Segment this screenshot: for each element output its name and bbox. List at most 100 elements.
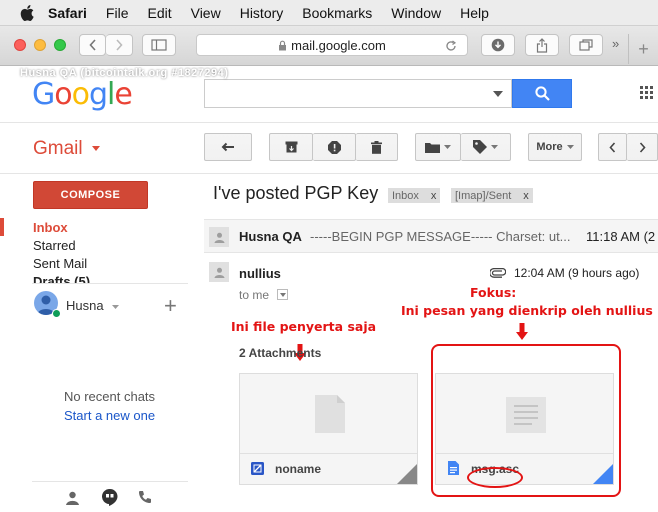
- tab-overview-button[interactable]: [569, 34, 603, 56]
- forward-button[interactable]: [106, 34, 133, 56]
- active-indicator: [0, 218, 4, 236]
- compose-button[interactable]: COMPOSE: [33, 181, 148, 209]
- safari-toolbar: mail.google.com » +: [0, 26, 658, 66]
- show-details-icon[interactable]: [277, 289, 288, 300]
- menu-help[interactable]: Help: [460, 5, 489, 21]
- caret-down-icon: [491, 145, 498, 149]
- caret-down-icon: [566, 145, 574, 149]
- archive-button[interactable]: [269, 133, 313, 161]
- collapsed-snippet: -----BEGIN PGP MESSAGE----- Charset: ut.…: [310, 229, 571, 244]
- more-button[interactable]: More: [528, 133, 582, 161]
- apple-logo-icon[interactable]: [20, 4, 34, 21]
- search-button[interactable]: [512, 79, 572, 108]
- macos-menubar: Safari File Edit View History Bookmarks …: [0, 0, 658, 26]
- nav-drafts[interactable]: Drafts (5): [33, 274, 189, 283]
- recipient-details[interactable]: to me: [239, 288, 288, 302]
- focus-annotation-title: Fokus:: [470, 285, 517, 300]
- folder-icon: [425, 142, 440, 153]
- trash-icon: [371, 140, 382, 154]
- minimize-window-button[interactable]: [34, 39, 46, 51]
- label-chip-text: [Imap]/Sent: [455, 189, 512, 202]
- attachment-annotation: Ini file penyerta saja: [231, 319, 377, 334]
- menu-edit[interactable]: Edit: [147, 5, 171, 21]
- collapsed-time: 11:18 AM (2: [586, 229, 656, 244]
- hangouts-quote-icon[interactable]: [101, 488, 118, 511]
- chevron-right-icon: [639, 141, 646, 153]
- gmail-app-switcher[interactable]: Gmail: [33, 138, 100, 160]
- overflow-chevron-icon[interactable]: »: [612, 36, 619, 51]
- attachment-card-noname[interactable]: noname: [239, 373, 418, 485]
- menu-bookmarks[interactable]: Bookmarks: [302, 5, 372, 21]
- back-button[interactable]: [79, 34, 106, 56]
- start-new-chat-link[interactable]: Start a new one: [64, 408, 155, 423]
- menu-view[interactable]: View: [191, 5, 221, 21]
- apps-grid-icon[interactable]: [640, 86, 654, 105]
- menu-file[interactable]: File: [106, 5, 129, 21]
- attachments-title: 2 Attachments: [239, 346, 322, 360]
- remove-label-icon[interactable]: x: [523, 190, 529, 202]
- google-logo-letter: e: [114, 77, 132, 112]
- newer-conversation-button[interactable]: [598, 133, 627, 161]
- sender-avatar-icon: [209, 227, 229, 247]
- watermark-text: Husna QA (bitcointalk.org #1827294): [20, 67, 229, 79]
- report-spam-button[interactable]: [313, 133, 356, 161]
- menu-app-name[interactable]: Safari: [48, 5, 87, 21]
- hangouts-user-menu[interactable]: Husna: [66, 298, 120, 313]
- reload-icon[interactable]: [445, 40, 457, 52]
- file-icon: [315, 395, 345, 433]
- move-to-button[interactable]: [415, 133, 461, 161]
- menu-window[interactable]: Window: [391, 5, 441, 21]
- caret-down-icon: [112, 304, 120, 309]
- share-button[interactable]: [525, 34, 559, 56]
- sidebar-toggle-button[interactable]: [142, 34, 176, 56]
- generic-file-type-icon: [251, 462, 264, 475]
- downloads-button[interactable]: [481, 34, 515, 56]
- contacts-person-icon[interactable]: [66, 491, 79, 510]
- menu-history[interactable]: History: [240, 5, 284, 21]
- search-input[interactable]: [204, 79, 512, 108]
- label-chip-inbox[interactable]: Inbox x: [388, 188, 441, 203]
- message-sender[interactable]: nullius: [239, 266, 281, 281]
- chevron-left-icon: [88, 39, 96, 51]
- caret-down-icon: [91, 146, 100, 152]
- online-status-dot: [52, 309, 61, 318]
- remove-label-icon[interactable]: x: [431, 190, 437, 202]
- labels-button[interactable]: [461, 133, 511, 161]
- address-bar[interactable]: mail.google.com: [196, 34, 468, 56]
- zoom-window-button[interactable]: [54, 39, 66, 51]
- paperclip-icon: [490, 268, 506, 278]
- share-icon: [536, 37, 548, 53]
- label-chip-sent[interactable]: [Imap]/Sent x: [451, 188, 533, 203]
- nav-inbox[interactable]: Inbox: [33, 220, 68, 235]
- search-options-icon[interactable]: [493, 91, 503, 97]
- google-logo-letter: g: [88, 77, 108, 112]
- sender-avatar-icon: [209, 262, 229, 282]
- nav-starred[interactable]: Starred: [33, 238, 76, 253]
- collapsed-sender: Husna QA: [239, 229, 302, 244]
- search-icon: [534, 86, 550, 101]
- gmail-label: Gmail: [33, 138, 83, 159]
- chevron-left-icon: [609, 141, 616, 153]
- back-to-inbox-button[interactable]: [204, 133, 252, 161]
- message-time: 12:04 AM (9 hours ago): [514, 266, 640, 280]
- attachment-footer: noname: [240, 453, 417, 484]
- new-tab-button[interactable]: +: [628, 34, 658, 64]
- hangouts-user-name: Husna: [66, 298, 104, 313]
- attachment-name: noname: [275, 462, 322, 476]
- google-logo[interactable]: Google: [32, 77, 133, 112]
- chevron-right-icon: [116, 39, 123, 51]
- focus-annotation-desc: Ini pesan yang dienkrip oleh nullius: [401, 303, 653, 318]
- arrow-back-icon: [221, 142, 234, 152]
- google-logo-letter: o: [54, 77, 72, 112]
- phone-icon[interactable]: [138, 490, 152, 509]
- arrow-down-icon: [516, 323, 528, 340]
- no-recent-chats: No recent chats: [64, 389, 156, 404]
- older-conversation-button[interactable]: [627, 133, 658, 161]
- new-chat-plus-icon[interactable]: +: [164, 293, 177, 319]
- close-window-button[interactable]: [14, 39, 26, 51]
- delete-button[interactable]: [356, 133, 398, 161]
- google-logo-text: Google: [32, 77, 133, 112]
- hangouts-divider: [32, 283, 188, 284]
- collapsed-message-row[interactable]: Husna QA -----BEGIN PGP MESSAGE----- Cha…: [204, 219, 658, 253]
- nav-sent-mail[interactable]: Sent Mail: [33, 256, 87, 271]
